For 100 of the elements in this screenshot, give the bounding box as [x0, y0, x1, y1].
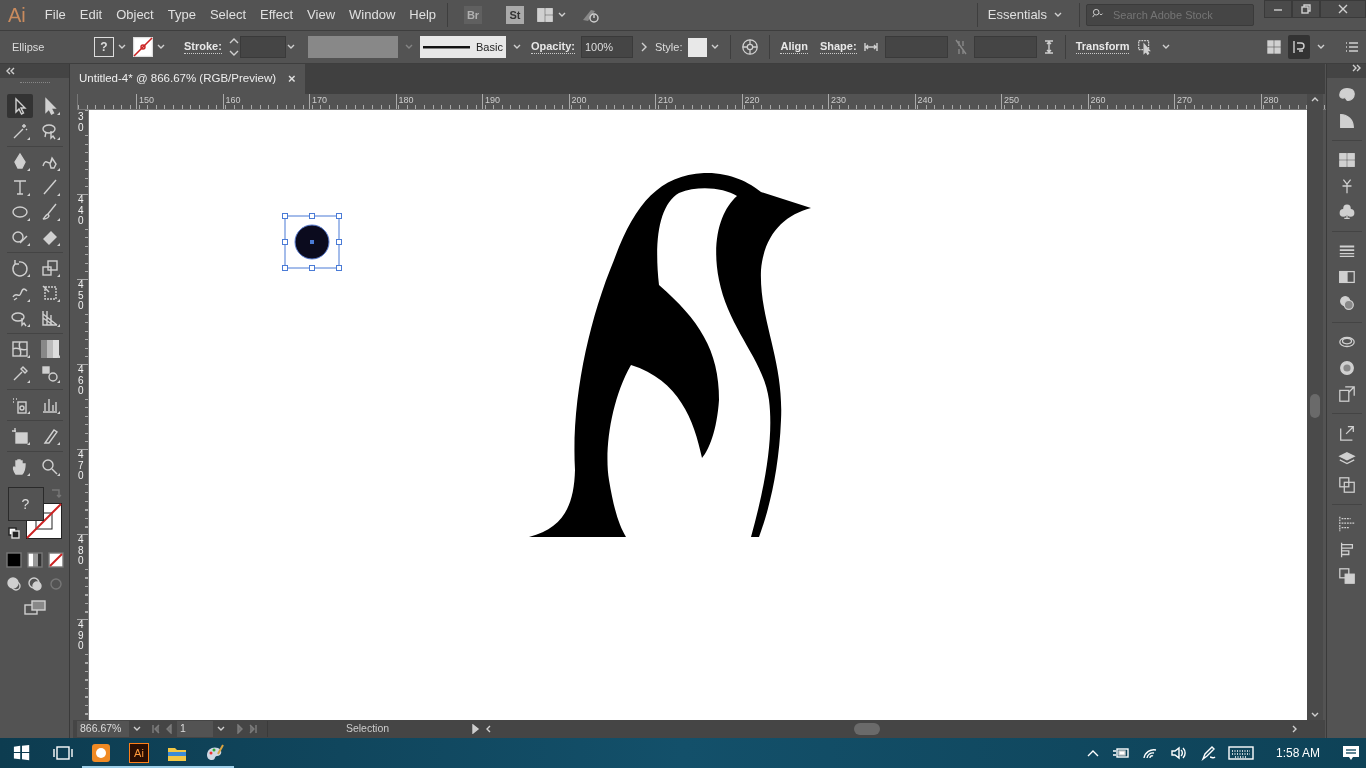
zoom-icon [39, 457, 60, 477]
paint-app-icon[interactable] [205, 743, 225, 763]
ruler-label: 170 [312, 95, 328, 105]
document-tab[interactable]: Untitled-4* @ 866.67% (RGB/Preview) × [73, 64, 305, 94]
close-icon [1337, 3, 1349, 15]
workspace-switcher[interactable]: Essentials [987, 5, 1047, 25]
ruler-label: 180 [398, 95, 414, 105]
draw-normal-icon[interactable] [4, 575, 23, 593]
export-icon[interactable] [1337, 424, 1356, 442]
penguin-drawing[interactable] [529, 172, 811, 537]
ruler-label: 160 [225, 95, 241, 105]
close-button[interactable] [1320, 0, 1366, 18]
scrollbar-thumb[interactable] [1310, 394, 1320, 418]
recolor-icon[interactable] [741, 38, 760, 56]
palette-icon[interactable] [1337, 86, 1356, 104]
menu-item[interactable]: Object [109, 5, 161, 25]
align-panel-icon[interactable] [1337, 515, 1356, 533]
rotate-icon [9, 258, 30, 278]
default-colors-icon[interactable] [7, 527, 20, 539]
stroke-link[interactable]: Stroke: [184, 40, 222, 54]
status-menu-icon[interactable] [470, 724, 480, 734]
volume-icon[interactable] [1169, 746, 1188, 760]
width-field[interactable] [884, 36, 948, 58]
scrollbar-thumb[interactable] [854, 723, 880, 735]
swatches-icon[interactable] [1337, 151, 1356, 169]
screen-mode-icon[interactable] [22, 599, 47, 617]
ruler-label: 260 [1090, 95, 1106, 105]
menu-item[interactable]: Window [342, 5, 403, 25]
transform-panel-icon[interactable] [1337, 567, 1356, 585]
notifications-icon[interactable] [1342, 744, 1360, 762]
menu-item[interactable]: View [300, 5, 343, 25]
restore-icon [1300, 3, 1312, 15]
ruler-label: 460 [78, 365, 88, 397]
ruler-label: 490 [78, 620, 88, 652]
ruler-label: 250 [1004, 95, 1020, 105]
none-swatch-icon[interactable] [46, 551, 65, 569]
pen-icon[interactable] [1199, 745, 1216, 761]
artboard-icon [9, 426, 30, 446]
arrange-button[interactable] [1288, 35, 1310, 59]
stock-button[interactable]: St [506, 6, 525, 24]
menu-item[interactable]: Type [160, 5, 203, 25]
gradient-panel-icon[interactable] [1337, 268, 1356, 286]
transform-link[interactable]: Transform [1075, 40, 1130, 54]
height-field[interactable] [973, 36, 1037, 58]
align-link[interactable]: Align [780, 40, 808, 54]
brush-definition[interactable]: Basic [419, 36, 506, 58]
artboard-field[interactable]: 1 [177, 721, 213, 737]
menu-item[interactable]: Select [202, 5, 254, 25]
close-tab-button[interactable]: × [288, 69, 296, 89]
battery-icon[interactable] [1111, 747, 1130, 759]
opacity-link[interactable]: Opacity: [530, 40, 575, 54]
windows-start-icon[interactable] [13, 744, 31, 762]
club-icon[interactable] [1337, 203, 1356, 221]
style-swatch[interactable] [688, 37, 708, 57]
selection-tool[interactable] [6, 94, 33, 118]
show-hidden-icons-icon[interactable] [1085, 748, 1100, 758]
ruler-label: 240 [917, 95, 933, 105]
menu-icon[interactable] [1344, 39, 1360, 55]
expand-icon[interactable] [1350, 64, 1362, 72]
style-label: Style: [654, 39, 683, 55]
mesh-icon [9, 339, 30, 359]
stroke-none-swatch[interactable] [133, 37, 153, 57]
variable-width-field[interactable] [307, 36, 398, 58]
opacity-field[interactable]: 100% [580, 36, 633, 58]
width-icon [862, 41, 879, 53]
fill-box[interactable]: ? [7, 487, 44, 521]
menu-item[interactable]: Edit [72, 5, 110, 25]
task-view-icon[interactable] [52, 745, 74, 761]
menu-item[interactable]: Help [402, 5, 444, 25]
color-icon[interactable] [4, 551, 23, 569]
zoom-field[interactable]: 866.67% [77, 721, 129, 737]
collapse-icon[interactable] [4, 67, 16, 75]
image-trace-icon[interactable] [1337, 385, 1356, 403]
clock[interactable]: 1:58 AM [1275, 744, 1320, 762]
stepper-icon[interactable] [227, 36, 240, 58]
status-tool[interactable]: Selection [345, 721, 390, 737]
ruler-label: 190 [485, 95, 501, 105]
artboards-icon[interactable] [1337, 476, 1356, 494]
ruler-label: 220 [744, 95, 760, 105]
restore-button[interactable] [1292, 0, 1320, 18]
fill-swatch[interactable]: ? [94, 37, 114, 57]
draw-behind-icon[interactable] [25, 575, 44, 593]
height-icon [1042, 39, 1055, 55]
grid-icon[interactable] [1266, 39, 1282, 55]
gradient-swatch-icon[interactable] [25, 551, 44, 569]
illustrator-app-icon[interactable]: Ai [129, 743, 149, 763]
menu-item[interactable]: Effect [253, 5, 301, 25]
perspective-icon [39, 308, 60, 328]
ruler-label: 440 [78, 195, 88, 227]
ruler-label: 30 [78, 112, 88, 133]
minimize-button[interactable] [1264, 0, 1292, 18]
keyboard-icon[interactable] [1227, 746, 1254, 760]
transparency-icon[interactable] [1337, 294, 1356, 312]
shape-link[interactable]: Shape: [819, 40, 857, 54]
selection-type: Ellipse [11, 39, 46, 55]
stroke-weight-field[interactable] [239, 36, 286, 58]
menu-item[interactable]: File [37, 5, 73, 25]
squirrel-app-icon[interactable] [91, 743, 111, 763]
layout-icon[interactable] [536, 6, 555, 24]
wifi-icon[interactable] [1141, 746, 1158, 760]
